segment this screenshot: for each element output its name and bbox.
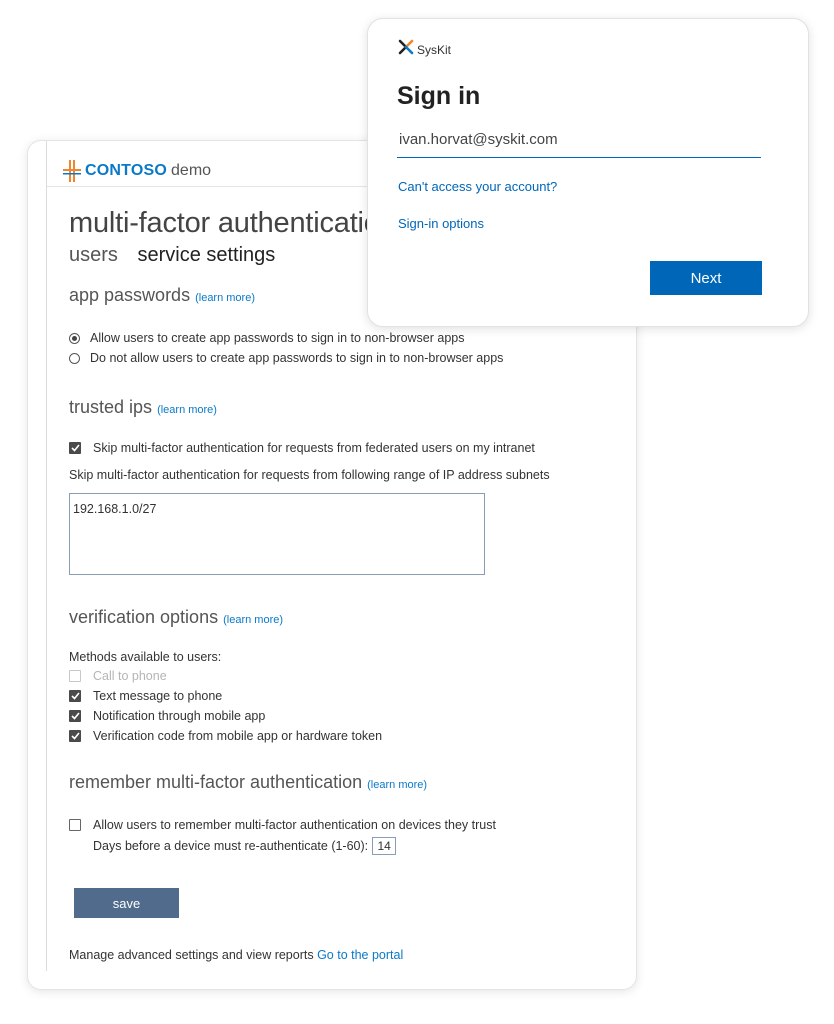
- tab-bar: users service settings: [69, 244, 275, 267]
- checkbox-label: Skip multi-factor authentication for req…: [93, 441, 535, 455]
- checkbox-label: Verification code from mobile app or har…: [93, 729, 383, 743]
- checkbox[interactable]: [69, 819, 81, 831]
- checkbox-label: Notification through mobile app: [93, 709, 266, 723]
- learn-more-link[interactable]: (learn more): [195, 292, 255, 304]
- methods-label: Methods available to users:: [69, 650, 222, 664]
- skip-federated-checkbox-row[interactable]: Skip multi-factor authentication for req…: [69, 441, 535, 455]
- option-label: Allow users to create app passwords to s…: [90, 331, 465, 345]
- app-passwords-deny-option[interactable]: Do not allow users to create app passwor…: [69, 351, 503, 365]
- brand-suffix: demo: [171, 162, 212, 179]
- method-mobile-notification[interactable]: Notification through mobile app: [69, 709, 265, 723]
- option-label: Do not allow users to create app passwor…: [90, 351, 504, 365]
- days-label: Days before a device must re-authenticat…: [93, 839, 369, 853]
- verification-options-title: verification options: [69, 607, 219, 627]
- subnet-label: Skip multi-factor authentication for req…: [69, 468, 550, 482]
- go-to-portal-link[interactable]: Go to the portal: [317, 948, 403, 962]
- sign-in-options-link[interactable]: Sign-in options: [398, 216, 484, 231]
- days-row: Days before a device must re-authenticat…: [93, 837, 397, 855]
- email-field[interactable]: ivan.horvat@syskit.com: [397, 131, 761, 158]
- method-text-message[interactable]: Text message to phone: [69, 689, 222, 703]
- tab-service-settings[interactable]: service settings: [137, 244, 275, 266]
- learn-more-link[interactable]: (learn more): [367, 779, 427, 791]
- sign-in-card: SysKit Sign in ivan.horvat@syskit.com Ca…: [367, 18, 809, 327]
- cant-access-account-link[interactable]: Can't access your account?: [398, 179, 557, 194]
- checkbox[interactable]: [69, 710, 81, 722]
- checkbox-label: Allow users to remember multi-factor aut…: [93, 818, 496, 832]
- page-title: multi-factor authentication: [69, 207, 396, 239]
- checkbox[interactable]: [69, 730, 81, 742]
- app-passwords-title: app passwords: [69, 285, 191, 305]
- checkbox: [69, 670, 81, 682]
- sign-in-title: Sign in: [397, 82, 481, 110]
- syskit-brand: SysKit: [398, 39, 451, 60]
- remember-mfa-checkbox-row[interactable]: Allow users to remember multi-factor aut…: [69, 818, 496, 832]
- footer: Manage advanced settings and view report…: [69, 948, 403, 962]
- ip-subnets-textarea[interactable]: 192.168.1.0/27: [69, 493, 485, 575]
- tab-users[interactable]: users: [69, 244, 118, 266]
- trusted-ips-heading: trusted ips (learn more): [69, 397, 217, 418]
- learn-more-link[interactable]: (learn more): [157, 404, 217, 416]
- save-button[interactable]: save: [74, 888, 179, 918]
- app-passwords-heading: app passwords (learn more): [69, 285, 255, 306]
- verification-options-heading: verification options (learn more): [69, 607, 283, 628]
- contoso-logo-icon: [63, 160, 81, 182]
- footer-text: Manage advanced settings and view report…: [69, 948, 314, 962]
- remember-mfa-heading: remember multi-factor authentication (le…: [69, 772, 427, 793]
- syskit-logo-icon: [398, 39, 414, 60]
- checkbox[interactable]: [69, 690, 81, 702]
- method-call-to-phone: Call to phone: [69, 669, 167, 683]
- radio-button[interactable]: [69, 352, 80, 364]
- remember-mfa-title: remember multi-factor authentication: [69, 772, 363, 792]
- days-input[interactable]: 14: [372, 837, 397, 855]
- checkbox-label: Text message to phone: [93, 689, 223, 703]
- learn-more-link[interactable]: (learn more): [223, 614, 283, 626]
- app-passwords-allow-option[interactable]: Allow users to create app passwords to s…: [69, 331, 465, 345]
- method-verification-code[interactable]: Verification code from mobile app or har…: [69, 729, 382, 743]
- syskit-name: SysKit: [417, 42, 452, 57]
- next-button[interactable]: Next: [650, 261, 762, 295]
- radio-button[interactable]: [69, 332, 80, 344]
- brand-name: CONTOSO: [85, 162, 168, 179]
- checkbox[interactable]: [69, 442, 81, 454]
- trusted-ips-title: trusted ips: [69, 397, 153, 417]
- contoso-brand: CONTOSO demo: [63, 159, 211, 183]
- checkbox-label: Call to phone: [93, 669, 167, 683]
